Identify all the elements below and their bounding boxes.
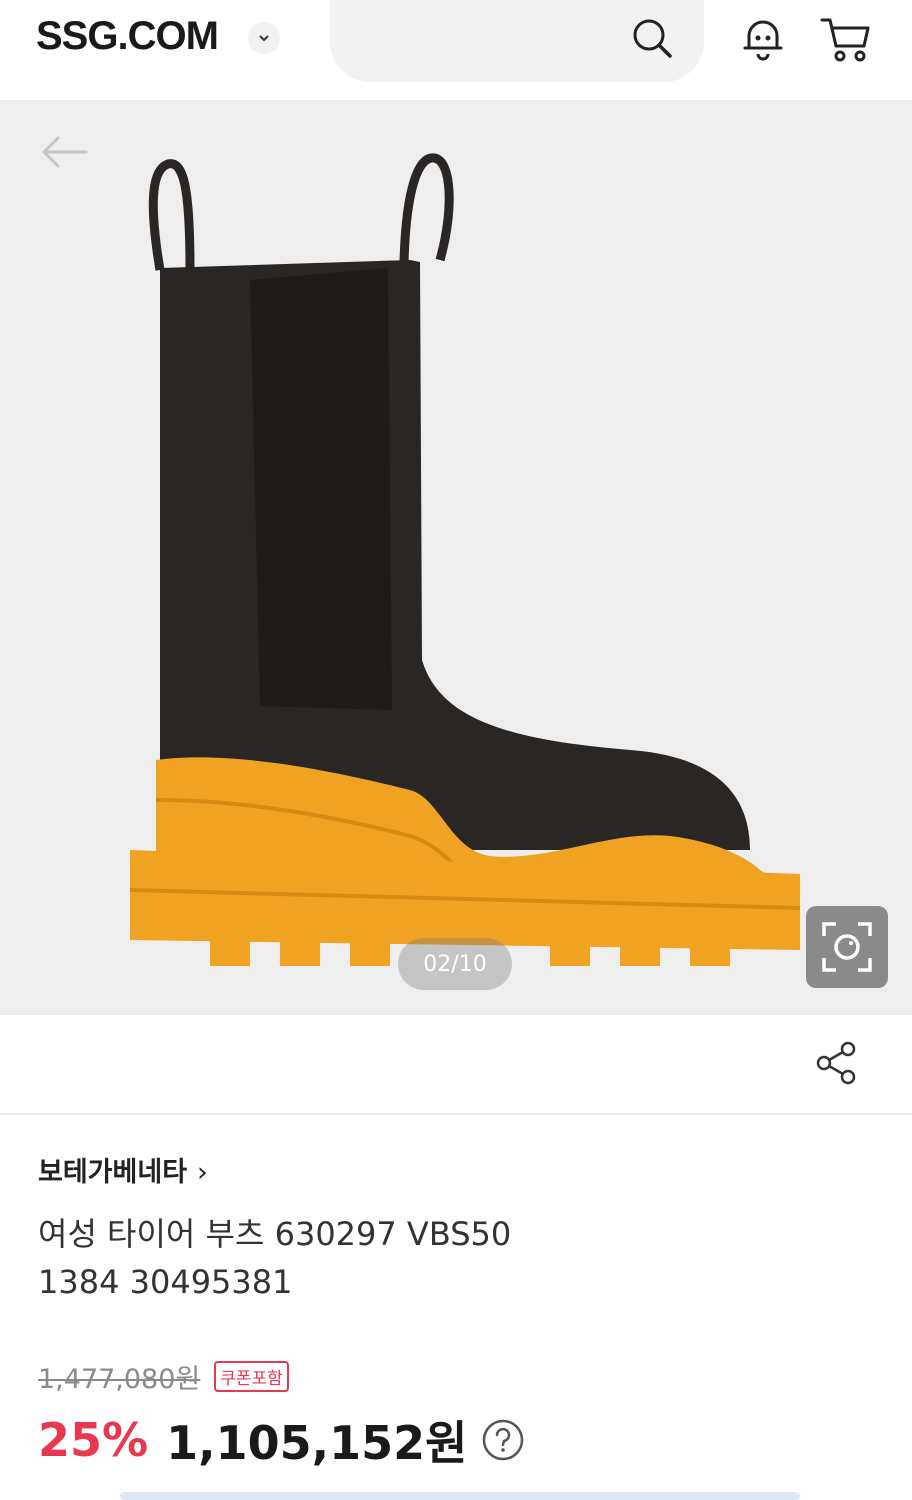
image-search-button[interactable] [806, 906, 888, 988]
site-logo[interactable]: SSG.COM [36, 14, 219, 59]
discount-rate: 25% [38, 1413, 149, 1467]
product-image-carousel[interactable]: 02/10 [0, 100, 912, 1015]
product-boot-image [129, 153, 801, 966]
top-header: SSG.COM [0, 0, 912, 100]
sale-price-row: 25% 1,105,152원 [38, 1408, 525, 1472]
original-price-row: 1,477,080원 쿠폰포함 [38, 1356, 289, 1396]
product-title-line1: 여성 타이어 부츠 630297 VBS50 [38, 1215, 512, 1253]
share-row [0, 1015, 912, 1115]
bell-icon[interactable] [740, 14, 786, 62]
back-arrow-icon[interactable] [36, 130, 92, 174]
product-title: 여성 타이어 부츠 630297 VBS50 1384 30495381 [38, 1210, 638, 1306]
sale-price: 1,105,152원 [166, 1416, 468, 1470]
original-price: 1,477,080원 [38, 1363, 201, 1395]
share-icon[interactable] [814, 1039, 860, 1087]
camera-lens-icon [822, 922, 872, 972]
chevron-right-icon: › [197, 1157, 208, 1188]
bottom-banner-edge [120, 1492, 800, 1500]
image-pager: 02/10 [398, 938, 512, 990]
search-icon[interactable] [628, 14, 676, 62]
coupon-badge: 쿠폰포함 [214, 1360, 289, 1392]
brand-name: 보테가베네타 [38, 1157, 188, 1188]
help-icon[interactable] [481, 1418, 525, 1462]
chevron-down-icon[interactable] [248, 22, 280, 54]
brand-link[interactable]: 보테가베네타 › [38, 1150, 208, 1189]
product-title-line2: 1384 30495381 [38, 1263, 293, 1301]
cart-icon[interactable] [818, 12, 874, 64]
